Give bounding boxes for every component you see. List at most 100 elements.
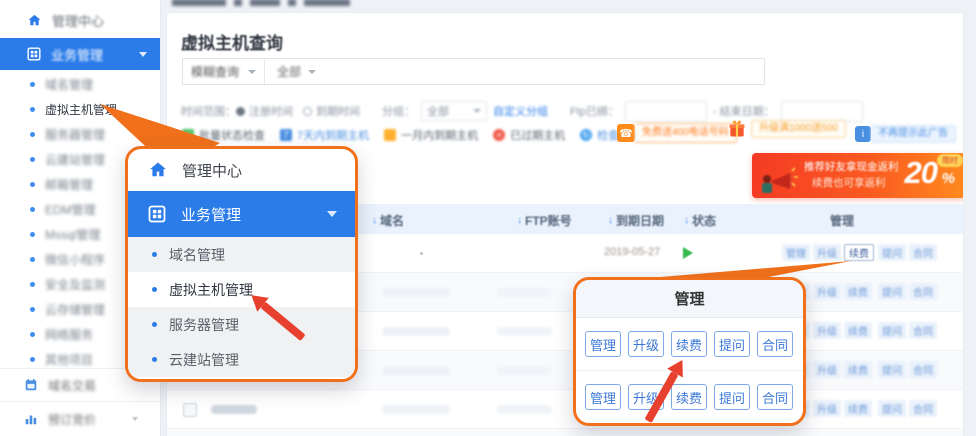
domain-blurred [382, 327, 450, 336]
callout-menu-business[interactable]: 业务管理 [128, 191, 355, 237]
search-mode-select[interactable]: 模糊查询 [183, 59, 265, 84]
action-contract-button[interactable]: 合同 [909, 283, 937, 300]
status-running-icon [683, 247, 693, 259]
group-label: 分组： [382, 103, 415, 119]
callout-menu-item-label: 域名管理 [169, 245, 225, 265]
calendar-icon [24, 378, 38, 392]
radio-register-time[interactable] [236, 107, 245, 116]
action-upgrade-button[interactable]: 升级 [813, 322, 841, 339]
row-checkbox[interactable] [183, 403, 197, 417]
promo-percent-sign: % [942, 170, 955, 187]
sort-icon[interactable]: ↓ [517, 215, 522, 226]
ask-button[interactable]: 提问 [714, 384, 750, 410]
quick-filter-expire-7d[interactable]: 77天内到期主机 [280, 127, 369, 143]
promo-banner[interactable]: 推荐好友拿现金返利 续费也可享返利 20 % 限时 [752, 153, 964, 198]
manage-button[interactable]: 管理 [585, 331, 621, 357]
sidebar-submenu-item[interactable]: 域名管理 [0, 72, 160, 97]
bullet-dot-icon [152, 322, 157, 327]
ftp-blurred [497, 288, 552, 297]
quick-filter-expired[interactable]: ×已过期主机 [493, 127, 565, 143]
callout-actions: 管理 管理 升级 续费 提问 合同 管理 升级 续费 提问 合同 [573, 277, 806, 426]
action-ask-button[interactable]: 提问 [878, 322, 906, 339]
quick-filter-batch-check[interactable]: ✓批量状态检查 [182, 127, 265, 143]
callout-menu-item-label: 虚拟主机管理 [169, 280, 253, 300]
promo-line2: 续费也可享返利 [812, 175, 886, 190]
sidebar-item-home[interactable]: 管理中心 [0, 4, 160, 36]
promo-tag: 限时 [937, 154, 963, 167]
search-scope-select[interactable]: 全部 [265, 59, 764, 84]
callout-menu-item[interactable]: 域名管理 [128, 237, 355, 272]
sidebar-submenu-item[interactable]: 虚拟主机管理 [0, 97, 160, 122]
action-renew-button[interactable]: 续费 [844, 283, 872, 300]
chevron-down-icon [308, 70, 316, 74]
ftp-start-input[interactable] [625, 101, 707, 122]
chevron-down-icon [327, 211, 337, 217]
bullet-dot-icon [30, 182, 35, 187]
action-manage-button[interactable]: 管理 [782, 244, 810, 261]
renew-button[interactable]: 续费 [671, 384, 707, 410]
callout-menu-home[interactable]: 管理中心 [128, 149, 355, 191]
action-contract-button[interactable]: 合同 [909, 400, 937, 417]
action-contract-button[interactable]: 合同 [909, 244, 937, 261]
expire-date: 2019-05-27 [604, 246, 660, 258]
upgrade-button[interactable]: 升级 [628, 331, 664, 357]
action-ask-button[interactable]: 提问 [878, 244, 906, 261]
ftp-blurred [497, 366, 552, 375]
contract-button[interactable]: 合同 [757, 331, 793, 357]
filter-row: 时间范围： 注册时间 到期时间 分组： 全部 自定义分组 Ftp已绑： - 结束… [181, 101, 869, 121]
action-contract-button[interactable]: 合同 [909, 361, 937, 378]
action-renew-button[interactable]: 续费 [844, 361, 872, 378]
time-range-label: 时间范围： [181, 103, 236, 119]
column-header-domain[interactable]: ↓域名 [372, 212, 404, 229]
action-ask-button[interactable]: 提问 [878, 361, 906, 378]
sort-icon[interactable]: ↓ [372, 215, 377, 226]
action-renew-button[interactable]: 续费 [844, 400, 872, 417]
quick-filter-row: ✓批量状态检查 77天内到期主机 一月内到期主机 ×已过期主机 ↻检查域名DNS [182, 127, 664, 143]
page: 管理中心 业务管理 域名管理 虚拟主机管理 服务器管 [0, 0, 976, 436]
sidebar-submenu-item[interactable]: 服务器管理 [0, 122, 160, 147]
callout-menu-item[interactable]: 服务器管理 [128, 307, 355, 342]
contract-button[interactable]: 合同 [757, 384, 793, 410]
home-icon [27, 13, 42, 28]
callout-menu-item[interactable]: 云建站管理 [128, 342, 355, 377]
manage-button[interactable]: 管理 [585, 384, 621, 410]
dismiss-ad-badge[interactable]: i 不再提示此广告 [855, 125, 956, 143]
group-select-value: 全部 [427, 103, 449, 119]
callout-actions-title: 管理 [576, 280, 803, 318]
custom-group-link[interactable]: 自定义分组 [493, 103, 548, 119]
action-renew-button[interactable]: 续费 [844, 322, 872, 339]
sidebar-item-bid[interactable]: 预订竞价 [0, 401, 160, 436]
sort-icon[interactable]: ↓ [608, 215, 613, 226]
home-icon [148, 160, 168, 180]
bullet-dot-icon [30, 82, 35, 87]
ftp-blurred [497, 405, 552, 414]
sidebar-submenu-label: 云建站管理 [45, 151, 105, 168]
action-upgrade-button[interactable]: 升级 [813, 244, 841, 261]
ftp-blurred [497, 327, 552, 336]
action-upgrade-button[interactable]: 升级 [813, 361, 841, 378]
callout-menu-item[interactable]: 虚拟主机管理 [128, 272, 355, 307]
action-renew-button[interactable]: 续费 [844, 244, 874, 261]
end-date-label: - 结束日期： [713, 103, 775, 119]
sidebar-item-business[interactable]: 业务管理 [0, 38, 160, 70]
column-header-status[interactable]: ↓状态 [684, 212, 716, 229]
gift-promo-badge[interactable]: 升级满1000送500 [727, 119, 846, 139]
bullet-dot-icon [30, 282, 35, 287]
quick-filter-expire-1m[interactable]: 一月内到期主机 [384, 127, 478, 143]
breadcrumb-fragment [250, 0, 280, 6]
ask-button[interactable]: 提问 [714, 331, 750, 357]
action-upgrade-button[interactable]: 升级 [813, 400, 841, 417]
radio-expire-time[interactable] [303, 107, 312, 116]
column-header-expire[interactable]: ↓到期日期 [608, 212, 664, 229]
action-ask-button[interactable]: 提问 [878, 400, 906, 417]
action-upgrade-button[interactable]: 升级 [813, 283, 841, 300]
breadcrumb-fragment [304, 0, 350, 6]
sort-icon[interactable]: ↓ [684, 215, 689, 226]
action-ask-button[interactable]: 提问 [878, 283, 906, 300]
column-header-ftp[interactable]: ↓FTP账号 [517, 212, 572, 229]
action-contract-button[interactable]: 合同 [909, 322, 937, 339]
renew-button[interactable]: 续费 [671, 331, 707, 357]
group-select[interactable]: 全部 [421, 101, 487, 121]
phone-promo-badge[interactable]: ☎ 免费送400电话号码 [617, 123, 737, 143]
sidebar-submenu-label: 服务器管理 [45, 126, 105, 143]
